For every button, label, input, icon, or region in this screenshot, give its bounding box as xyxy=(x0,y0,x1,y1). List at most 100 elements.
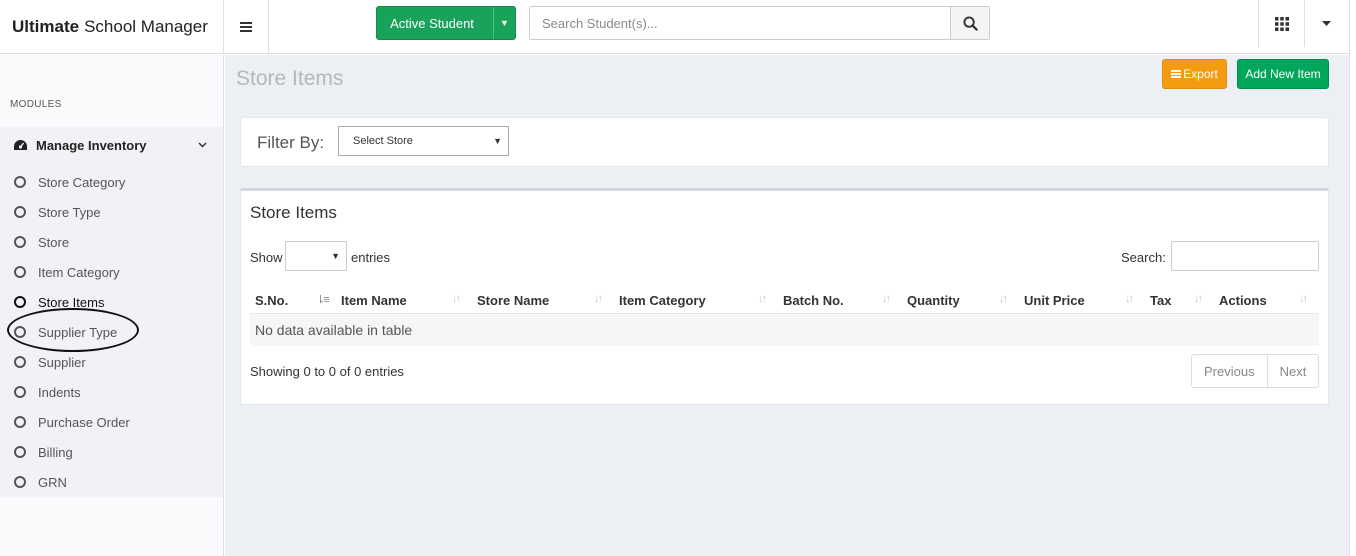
sidebar-item-label: Billing xyxy=(38,444,73,460)
entries-label: entries xyxy=(351,250,391,265)
sidebar-item-supplier[interactable]: Supplier xyxy=(0,347,223,377)
sidebar-item-item-category[interactable]: Item Category xyxy=(0,257,223,287)
sidebar: MODULES Manage Inventory Store Category … xyxy=(0,55,224,556)
sidebar-toggle-button[interactable] xyxy=(224,0,269,54)
show-label: Show xyxy=(250,250,283,265)
active-student-button[interactable]: Active Student ▼ xyxy=(376,6,516,40)
user-menu-button[interactable] xyxy=(1304,0,1348,47)
store-items-box: Store Items Show ▼ entries Search: S.No.… xyxy=(240,188,1329,405)
column-label: Unit Price xyxy=(1024,293,1085,308)
apps-grid-button[interactable] xyxy=(1258,0,1304,47)
column-label: Item Category xyxy=(619,293,706,308)
app-brand[interactable]: Ultimate School Manager xyxy=(0,0,224,54)
manage-inventory-label: Manage Inventory xyxy=(36,137,147,153)
circle-icon xyxy=(14,236,26,248)
sort-icon: ↓↑ xyxy=(452,293,461,305)
table-info: Showing 0 to 0 of 0 entries xyxy=(250,364,404,379)
table-search-input[interactable] xyxy=(1171,241,1319,271)
sort-icon: ↓↑ xyxy=(1125,293,1134,305)
top-header: Ultimate School Manager Active Student ▼ xyxy=(0,0,1356,54)
column-header-batch-no[interactable]: Batch No. xyxy=(783,288,844,313)
circle-icon xyxy=(14,296,26,308)
sidebar-item-store-type[interactable]: Store Type xyxy=(0,197,223,227)
sidebar-item-grn[interactable]: GRN xyxy=(0,467,223,497)
sidebar-item-indents[interactable]: Indents xyxy=(0,377,223,407)
circle-icon xyxy=(14,386,26,398)
column-header-item-name[interactable]: Item Name xyxy=(341,288,407,313)
column-label: Quantity xyxy=(907,293,960,308)
circle-icon xyxy=(14,356,26,368)
sort-icon: ↓↑ xyxy=(882,293,891,305)
filter-panel: Filter By: Select Store ▼ xyxy=(240,117,1329,167)
search-icon xyxy=(962,15,978,31)
table-search-label: Search: xyxy=(1121,250,1166,265)
caret-down-icon: ▼ xyxy=(493,136,502,146)
table-empty-row: No data available in table xyxy=(250,314,1319,346)
brand-rest-text: School Manager xyxy=(84,17,208,36)
circle-icon xyxy=(14,446,26,458)
student-search-input[interactable] xyxy=(530,7,950,39)
empty-message: No data available in table xyxy=(255,322,413,338)
sidebar-item-label: GRN xyxy=(38,474,67,490)
sort-icon: ↓↑ xyxy=(999,293,1008,305)
column-header-tax[interactable]: Tax xyxy=(1150,288,1171,313)
entries-length-select[interactable]: ▼ xyxy=(285,241,347,271)
next-page-button[interactable]: Next xyxy=(1266,355,1319,387)
filter-label: Filter By: xyxy=(257,133,325,152)
modules-heading: MODULES xyxy=(10,99,62,110)
circle-icon xyxy=(14,416,26,428)
circle-icon xyxy=(14,206,26,218)
search-button[interactable] xyxy=(950,7,989,39)
list-icon xyxy=(1171,73,1182,75)
sidebar-item-billing[interactable]: Billing xyxy=(0,437,223,467)
column-label: Actions xyxy=(1219,293,1267,308)
pagination: Previous Next xyxy=(1191,354,1320,388)
sidebar-item-store[interactable]: Store xyxy=(0,227,223,257)
sidebar-item-label: Supplier xyxy=(38,354,86,370)
column-header-store-name[interactable]: Store Name xyxy=(477,288,549,313)
box-title: Store Items xyxy=(250,203,337,222)
circle-icon xyxy=(14,476,26,488)
sidebar-item-label: Indents xyxy=(38,384,81,400)
circle-icon xyxy=(14,176,26,188)
store-select[interactable]: Select Store ▼ xyxy=(338,126,509,156)
chevron-down-icon xyxy=(198,142,207,148)
column-header-actions[interactable]: Actions xyxy=(1219,288,1267,313)
sidebar-item-label: Store Type xyxy=(38,204,101,220)
sidebar-item-label: Store xyxy=(38,234,70,250)
column-header-item-category[interactable]: Item Category xyxy=(619,288,706,313)
sidebar-item-label: Purchase Order xyxy=(38,414,130,430)
add-new-item-button[interactable]: Add New Item xyxy=(1237,59,1329,89)
export-label: Export xyxy=(1183,67,1218,81)
main-content: Store Items Export Add New Item Filter B… xyxy=(225,55,1349,556)
sort-asc-icon: ⇂≡ xyxy=(316,294,330,306)
column-label: Store Name xyxy=(477,293,550,308)
annotation-ellipse xyxy=(7,308,139,352)
table-header: S.No. ⇂≡ Item Name ↓↑ Store Name ↓↑ Item… xyxy=(250,288,1319,314)
grid-icon xyxy=(1274,16,1289,31)
page-scrollbar[interactable] xyxy=(1349,0,1356,556)
caret-down-icon[interactable]: ▼ xyxy=(493,7,515,39)
page-title: Store Items xyxy=(236,67,344,90)
add-new-item-label: Add New Item xyxy=(1245,67,1321,81)
caret-down-icon: ▼ xyxy=(331,251,340,261)
previous-page-button[interactable]: Previous xyxy=(1192,355,1267,387)
sidebar-item-purchase-order[interactable]: Purchase Order xyxy=(0,407,223,437)
sidebar-item-store-category[interactable]: Store Category xyxy=(0,167,223,197)
column-label: Batch No. xyxy=(783,293,844,308)
sort-icon: ↓↑ xyxy=(594,293,603,305)
column-header-sno[interactable]: S.No. xyxy=(255,288,288,313)
caret-down-icon xyxy=(1322,21,1331,26)
manage-inventory-toggle[interactable]: Manage Inventory xyxy=(0,127,223,163)
sidebar-item-label: Item Category xyxy=(38,264,120,280)
brand-bold-text: Ultimate xyxy=(12,17,80,36)
menu-icon xyxy=(240,26,252,28)
export-button[interactable]: Export xyxy=(1162,59,1227,89)
active-student-label: Active Student xyxy=(390,15,474,31)
sort-icon: ↓↑ xyxy=(1299,293,1308,305)
column-label: Item Name xyxy=(341,293,407,308)
column-label: Tax xyxy=(1150,293,1172,308)
column-header-unit-price[interactable]: Unit Price xyxy=(1024,288,1085,313)
column-header-quantity[interactable]: Quantity xyxy=(907,288,960,313)
sidebar-item-label: Store Category xyxy=(38,174,126,190)
